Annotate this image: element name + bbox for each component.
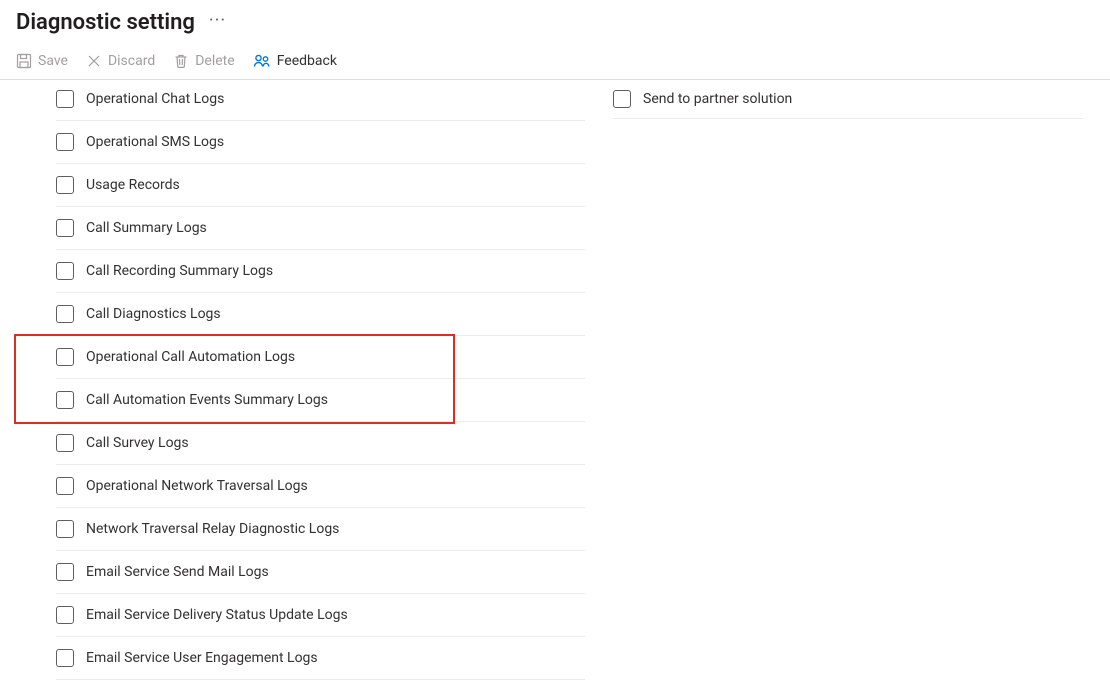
log-row-operational-network-traversal-logs: Operational Network Traversal Logs — [56, 465, 585, 508]
checkbox-operational-call-automation-logs[interactable] — [56, 348, 74, 366]
save-button[interactable]: Save — [16, 53, 68, 69]
log-row-email-service-user-engagement-logs: Email Service User Engagement Logs — [56, 637, 585, 680]
destinations-column: Send to partner solution — [613, 80, 1083, 680]
log-row-usage-records: Usage Records — [56, 164, 585, 207]
checkbox-call-automation-events-summary-logs[interactable] — [56, 391, 74, 409]
log-label: Call Recording Summary Logs — [86, 263, 273, 279]
feedback-icon — [253, 53, 271, 69]
log-row-email-service-send-mail-logs: Email Service Send Mail Logs — [56, 551, 585, 594]
feedback-button[interactable]: Feedback — [253, 53, 337, 69]
checkbox-network-traversal-relay-diagnostic-logs[interactable] — [56, 520, 74, 538]
log-label: Call Summary Logs — [86, 220, 207, 236]
log-label: Operational Network Traversal Logs — [86, 478, 308, 494]
log-label: Operational SMS Logs — [86, 134, 224, 150]
log-row-operational-sms-logs: Operational SMS Logs — [56, 121, 585, 164]
destination-row-send-to-partner-solution: Send to partner solution — [613, 80, 1083, 119]
log-row-call-summary-logs: Call Summary Logs — [56, 207, 585, 250]
log-row-operational-call-automation-logs: Operational Call Automation Logs — [56, 336, 585, 379]
log-label: Email Service User Engagement Logs — [86, 650, 318, 666]
toolbar: Save Discard Delete — [0, 41, 1110, 80]
log-row-call-diagnostics-logs: Call Diagnostics Logs — [56, 293, 585, 336]
log-label: Operational Chat Logs — [86, 91, 224, 107]
log-label: Email Service Delivery Status Update Log… — [86, 607, 348, 623]
content: Operational Chat Logs Operational SMS Log… — [0, 80, 1110, 680]
checkbox-email-service-send-mail-logs[interactable] — [56, 563, 74, 581]
discard-icon — [86, 53, 102, 69]
save-icon — [16, 53, 32, 69]
checkbox-email-service-user-engagement-logs[interactable] — [56, 649, 74, 667]
delete-icon — [173, 53, 189, 69]
delete-label: Delete — [195, 53, 234, 69]
discard-label: Discard — [108, 53, 155, 69]
checkbox-call-survey-logs[interactable] — [56, 434, 74, 452]
log-row-call-automation-events-summary-logs: Call Automation Events Summary Logs — [56, 379, 585, 422]
destination-label: Send to partner solution — [643, 91, 792, 107]
log-row-call-recording-summary-logs: Call Recording Summary Logs — [56, 250, 585, 293]
feedback-label: Feedback — [277, 53, 337, 69]
more-icon[interactable]: ··· — [209, 12, 226, 34]
checkbox-call-recording-summary-logs[interactable] — [56, 262, 74, 280]
checkbox-email-service-delivery-status-update-logs[interactable] — [56, 606, 74, 624]
log-row-network-traversal-relay-diagnostic-logs: Network Traversal Relay Diagnostic Logs — [56, 508, 585, 551]
checkbox-call-summary-logs[interactable] — [56, 219, 74, 237]
log-label: Operational Call Automation Logs — [86, 349, 295, 365]
log-label: Email Service Send Mail Logs — [86, 564, 269, 580]
log-row-call-survey-logs: Call Survey Logs — [56, 422, 585, 465]
checkbox-operational-network-traversal-logs[interactable] — [56, 477, 74, 495]
log-label: Call Automation Events Summary Logs — [86, 392, 328, 408]
checkbox-send-to-partner-solution[interactable] — [613, 90, 631, 108]
log-row-email-service-delivery-status-update-logs: Email Service Delivery Status Update Log… — [56, 594, 585, 637]
page-title: Diagnostic setting — [16, 10, 195, 35]
log-label: Call Diagnostics Logs — [86, 306, 221, 322]
checkbox-call-diagnostics-logs[interactable] — [56, 305, 74, 323]
page-header: Diagnostic setting ··· — [0, 0, 1110, 41]
checkbox-operational-chat-logs[interactable] — [56, 90, 74, 108]
log-label: Call Survey Logs — [86, 435, 189, 451]
discard-button[interactable]: Discard — [86, 53, 155, 69]
checkbox-usage-records[interactable] — [56, 176, 74, 194]
delete-button[interactable]: Delete — [173, 53, 234, 69]
log-label: Usage Records — [86, 177, 180, 193]
save-label: Save — [38, 53, 68, 69]
checkbox-operational-sms-logs[interactable] — [56, 133, 74, 151]
log-label: Network Traversal Relay Diagnostic Logs — [86, 521, 339, 537]
log-row-operational-chat-logs: Operational Chat Logs — [56, 80, 585, 121]
log-categories-column: Operational Chat Logs Operational SMS Log… — [0, 80, 585, 680]
